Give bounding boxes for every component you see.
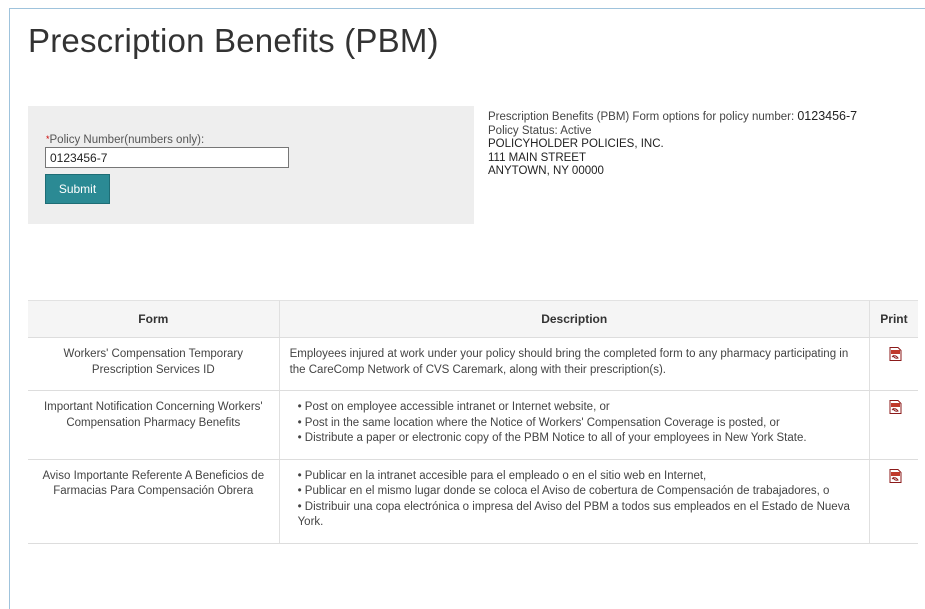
pdf-icon[interactable] bbox=[889, 468, 902, 483]
description-bullet: • Publicar en el mismo lugar donde se co… bbox=[297, 485, 830, 497]
description-text: Employees injured at work under your pol… bbox=[289, 348, 849, 376]
table-row: Aviso Importante Referente A Beneficios … bbox=[28, 459, 918, 544]
policy-status: Policy Status: Active bbox=[488, 124, 592, 137]
policyholder-city: ANYTOWN, NY 00000 bbox=[488, 165, 604, 177]
form-description: • Post on employee accessible intranet o… bbox=[279, 390, 870, 460]
policy-number-label-text: Policy Number(numbers only): bbox=[49, 134, 205, 146]
header-form: Form bbox=[28, 300, 280, 338]
print-cell bbox=[869, 459, 918, 544]
policy-number-label: *Policy Number(numbers only): bbox=[46, 134, 204, 146]
table-row: Workers' Compensation Temporary Prescrip… bbox=[28, 337, 918, 391]
forms-table: Form Description Print Workers' Compensa… bbox=[28, 300, 918, 544]
description-bullet: • Distribuir una copa electrónica o impr… bbox=[297, 500, 850, 529]
form-name: Important Notification Concerning Worker… bbox=[28, 390, 280, 460]
description-bullet: • Publicar en la intranet accesible para… bbox=[297, 469, 707, 482]
policy-info: Prescription Benefits (PBM) Form options… bbox=[488, 109, 858, 179]
policy-options-line: Prescription Benefits (PBM) Form options… bbox=[488, 109, 858, 125]
pdf-icon[interactable] bbox=[889, 400, 902, 414]
policyholder-street: 111 MAIN STREET bbox=[488, 151, 586, 164]
table-row: Important Notification Concerning Worker… bbox=[28, 390, 918, 460]
policyholder-company: POLICYHOLDER POLICIES, INC. bbox=[488, 138, 664, 150]
header-print: Print bbox=[869, 300, 918, 338]
policy-number-input[interactable] bbox=[45, 147, 289, 168]
form-description: • Publicar en la intranet accesible para… bbox=[279, 459, 870, 544]
print-cell bbox=[869, 390, 918, 460]
form-description: Employees injured at work under your pol… bbox=[279, 337, 870, 391]
pdf-icon[interactable] bbox=[889, 347, 902, 361]
page-title: Prescription Benefits (PBM) bbox=[28, 22, 439, 59]
description-bullet: • Post on employee accessible intranet o… bbox=[297, 401, 610, 413]
form-name: Workers' Compensation Temporary Prescrip… bbox=[28, 337, 280, 391]
policy-number-value: 0123456-7 bbox=[797, 109, 858, 123]
submit-button[interactable]: Submit bbox=[45, 174, 110, 204]
print-cell bbox=[869, 337, 918, 391]
table-header-row: Form Description Print bbox=[28, 300, 918, 338]
form-name: Aviso Importante Referente A Beneficios … bbox=[28, 459, 280, 544]
description-bullet: • Distribute a paper or electronic copy … bbox=[297, 432, 807, 444]
description-bullet: • Post in the same location where the No… bbox=[297, 416, 780, 429]
policy-options-text: Prescription Benefits (PBM) Form options… bbox=[488, 111, 795, 123]
header-description: Description bbox=[279, 300, 870, 338]
policy-search-panel: *Policy Number(numbers only): Submit bbox=[28, 106, 474, 224]
